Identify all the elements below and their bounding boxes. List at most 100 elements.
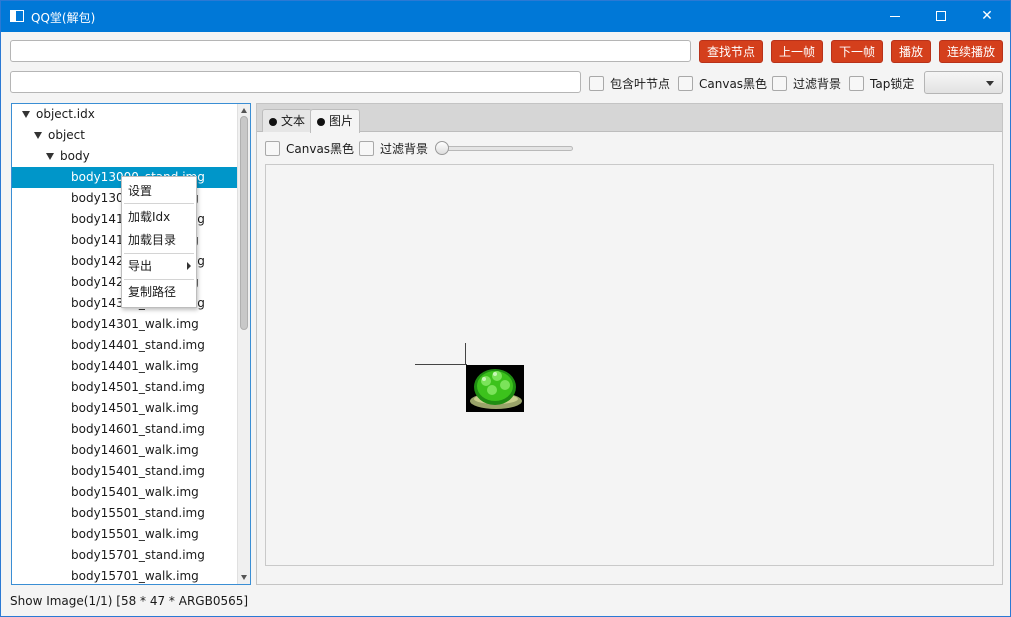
tree-item[interactable]: body14401_walk.img (12, 356, 238, 377)
include-leaf-checkbox[interactable]: 包含叶节点 (589, 75, 670, 92)
menu-item-export[interactable]: 导出 (122, 255, 196, 277)
tree-item[interactable]: body15501_walk.img (12, 524, 238, 545)
menu-item-load-directory[interactable]: 加载目录 (122, 229, 196, 251)
tree-item[interactable]: object (12, 125, 238, 146)
expand-arrow-icon[interactable] (46, 153, 54, 160)
tap-lock-checkbox[interactable]: Tap锁定 (849, 75, 914, 92)
tree-item-label: body15501_walk.img (71, 527, 199, 541)
expand-arrow-icon[interactable] (34, 132, 42, 139)
tree-item-label: body15701_stand.img (71, 548, 205, 562)
next-frame-button[interactable]: 下一帧 (831, 40, 883, 63)
menu-item-copy-path[interactable]: 复制路径 (122, 281, 196, 303)
tab-bar: 文本 图片 (257, 104, 1002, 133)
slider-thumb[interactable] (435, 141, 449, 155)
title-bar: QQ堂(解包) ✕ (1, 1, 1010, 32)
zoom-slider[interactable] (435, 141, 573, 155)
tree-item[interactable]: body15701_stand.img (12, 545, 238, 566)
tree-item[interactable]: body15401_walk.img (12, 482, 238, 503)
origin-crosshair-horizontal (415, 364, 467, 365)
origin-crosshair-vertical (465, 343, 466, 365)
menu-item-load-idx[interactable]: 加载Idx (122, 206, 196, 228)
tree-item-label: body15401_stand.img (71, 464, 205, 478)
checkbox-label: Tap锁定 (870, 77, 915, 91)
tree-item[interactable]: body15501_stand.img (12, 503, 238, 524)
menu-item-label: 导出 (128, 259, 153, 273)
play-button[interactable]: 播放 (891, 40, 931, 63)
slider-track (435, 146, 573, 151)
image-canvas (265, 164, 994, 566)
submenu-arrow-icon (187, 262, 191, 270)
scroll-thumb[interactable] (240, 116, 248, 330)
context-menu: 设置 加载Idx 加载目录 导出 复制路径 (121, 176, 197, 308)
checkbox-box (772, 76, 787, 91)
tree-item[interactable]: body14401_stand.img (12, 335, 238, 356)
turtle-shell-sprite (470, 369, 522, 409)
tree-item-label: body14401_stand.img (71, 338, 205, 352)
close-icon: ✕ (981, 8, 993, 24)
chevron-down-icon (986, 81, 994, 86)
tree-item[interactable]: body14601_stand.img (12, 419, 238, 440)
tree-item[interactable]: body15401_stand.img (12, 461, 238, 482)
tree-item[interactable]: body15701_walk.img (12, 566, 238, 584)
tree-item[interactable]: body (12, 146, 238, 167)
tree-scrollbar[interactable] (237, 104, 250, 584)
menu-divider (124, 279, 194, 280)
menu-divider (124, 203, 194, 204)
find-node-button[interactable]: 查找节点 (699, 40, 763, 63)
checkbox-label: 过滤背景 (380, 142, 429, 156)
tree-item-label: body15501_stand.img (71, 506, 205, 520)
continuous-play-button[interactable]: 连续播放 (939, 40, 1003, 63)
tree-item[interactable]: object.idx (12, 104, 238, 125)
frame-select[interactable] (924, 71, 1003, 94)
checkbox-label: 过滤背景 (793, 77, 842, 91)
menu-item-settings[interactable]: 设置 (122, 180, 196, 202)
app-icon (10, 10, 24, 22)
tree-item-label: body14501_stand.img (71, 380, 205, 394)
canvas-black-checkbox[interactable]: Canvas黑色 (678, 75, 767, 92)
maximize-button[interactable] (918, 1, 964, 32)
checkbox-label: 包含叶节点 (610, 77, 671, 91)
image-canvas-black-checkbox[interactable]: Canvas黑色 (265, 140, 354, 157)
tree-item-label: body14601_stand.img (71, 422, 205, 436)
scroll-up-icon[interactable] (241, 108, 247, 113)
checkbox-box (849, 76, 864, 91)
close-button[interactable]: ✕ (964, 1, 1010, 32)
filter-background-checkbox[interactable]: 过滤背景 (772, 75, 841, 92)
checkbox-box (265, 141, 280, 156)
search-input[interactable] (10, 40, 691, 62)
app-window: QQ堂(解包) ✕ 查找节点 上一帧 下一帧 播放 连续播放 包含叶节点 Can… (0, 0, 1011, 617)
tree-item[interactable]: body14601_walk.img (12, 440, 238, 461)
tab-bullet-icon (269, 117, 277, 126)
tab-text[interactable]: 文本 (262, 109, 313, 132)
tree-item-label: body15401_walk.img (71, 485, 199, 499)
minimize-button[interactable] (872, 1, 918, 32)
tree-item-label: body14401_walk.img (71, 359, 199, 373)
tree-item-label: body14301_walk.img (71, 317, 199, 331)
scroll-down-icon[interactable] (241, 575, 247, 580)
tree-item-label: body15701_walk.img (71, 569, 199, 583)
sprite-image (466, 365, 524, 412)
tree-item[interactable]: body14501_walk.img (12, 398, 238, 419)
tree-item-label: body14601_walk.img (71, 443, 199, 457)
prev-frame-button[interactable]: 上一帧 (771, 40, 823, 63)
image-filter-background-checkbox[interactable]: 过滤背景 (359, 140, 428, 157)
minimize-icon (890, 15, 900, 17)
expand-arrow-icon[interactable] (22, 111, 30, 118)
tree-item[interactable]: body14501_stand.img (12, 377, 238, 398)
checkbox-box (678, 76, 693, 91)
path-input[interactable] (10, 71, 581, 93)
tree-item-label: body (60, 149, 90, 163)
tab-image[interactable]: 图片 (310, 109, 361, 133)
tab-label: 文本 (281, 114, 306, 128)
tree-item[interactable]: body14301_walk.img (12, 314, 238, 335)
window-title: QQ堂(解包) (31, 11, 96, 25)
maximize-icon (936, 11, 946, 21)
menu-divider (124, 253, 194, 254)
checkbox-box (589, 76, 604, 91)
tab-label: 图片 (329, 114, 354, 128)
tree-item-label: object (48, 128, 85, 142)
checkbox-label: Canvas黑色 (699, 77, 768, 91)
checkbox-box (359, 141, 374, 156)
tree-item-label: body14501_walk.img (71, 401, 199, 415)
tab-bullet-icon (317, 117, 325, 126)
